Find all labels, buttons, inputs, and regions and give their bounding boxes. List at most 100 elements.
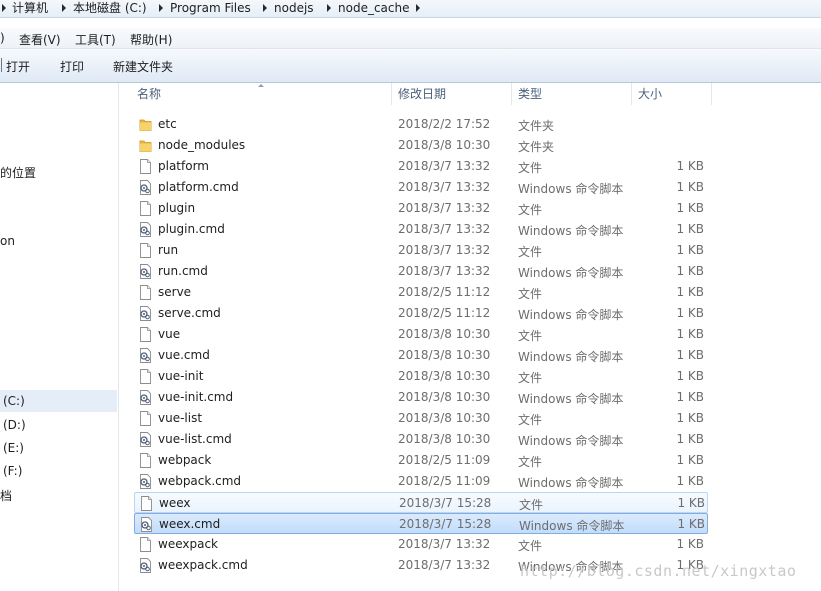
file-type: 文件 [518, 371, 543, 385]
file-row[interactable]: etc 2018/2/2 17:52 文件夹 [134, 114, 708, 135]
file-size: 1 KB [676, 537, 704, 551]
script-file-icon [139, 558, 152, 573]
file-type: 文件 [518, 539, 543, 553]
file-row[interactable]: platform.cmd 2018/3/7 13:32 Windows 命令脚本 1 … [134, 177, 708, 198]
nav-item-recent-places[interactable]: 的位置 [0, 164, 36, 181]
file-type: 文件 [519, 498, 544, 512]
file-name: platform [158, 159, 209, 173]
file-name: vue-init [158, 369, 204, 383]
breadcrumb-item-node-cache[interactable]: node_cache [338, 1, 409, 16]
nav-item-documents[interactable]: 档 [0, 487, 12, 504]
file-date: 2018/2/5 11:09 [398, 453, 491, 467]
script-file-icon [139, 264, 152, 279]
file-icon [140, 496, 153, 511]
file-row[interactable]: webpack.cmd 2018/2/5 11:09 Windows 命令脚本 1 K… [134, 471, 708, 492]
file-row[interactable]: weex.cmd 2018/3/7 15:28 Windows 命令脚本 1 KB [134, 513, 708, 534]
file-size: 1 KB [676, 201, 704, 215]
navigation-pane: 的位置 on (C:) (D:) (E:) (F:) 档 [0, 83, 119, 591]
file-icon [139, 411, 152, 426]
file-type: Windows 命令脚本 [519, 519, 625, 533]
file-row[interactable]: plugin.cmd 2018/3/7 13:32 Windows 命令脚本 1 KB [134, 219, 708, 240]
file-row[interactable]: serve 2018/2/5 11:12 文件 1 KB [134, 282, 708, 303]
menu-item-help[interactable]: 帮助(H) [130, 31, 172, 48]
menu-item-partial[interactable]: ) [0, 31, 5, 45]
script-file-icon [140, 517, 153, 532]
breadcrumb-item-nodejs[interactable]: nodejs [274, 1, 314, 16]
file-icon [139, 453, 152, 468]
nav-item-partial[interactable]: on [0, 234, 15, 248]
file-name: vue.cmd [158, 348, 210, 362]
folder-icon [139, 117, 152, 132]
file-size: 1 KB [676, 432, 704, 446]
file-icon [139, 285, 152, 300]
chevron-right-icon[interactable] [62, 4, 66, 12]
print-button[interactable]: 打印 [60, 58, 84, 75]
column-divider[interactable] [631, 83, 632, 105]
file-date: 2018/3/7 15:28 [399, 517, 492, 531]
file-type: 文件 [518, 245, 543, 259]
file-row[interactable]: platform 2018/3/7 13:32 文件 1 KB [134, 156, 708, 177]
file-row[interactable]: vue 2018/3/8 10:30 文件 1 KB [134, 324, 708, 345]
file-type: Windows 命令脚本 [518, 308, 624, 322]
file-size: 1 KB [676, 369, 704, 383]
file-row[interactable]: webpack 2018/2/5 11:09 文件 1 KB [134, 450, 708, 471]
file-size: 1 KB [676, 411, 704, 425]
menu-item-tools[interactable]: 工具(T) [75, 31, 116, 48]
watermark: http://blog.csdn.net/xingxtao [520, 562, 797, 580]
column-header-type[interactable]: 类型 [518, 83, 542, 105]
file-icon [139, 159, 152, 174]
file-name: vue [158, 327, 181, 341]
file-date: 2018/3/7 13:32 [398, 222, 491, 236]
script-file-icon [139, 474, 152, 489]
file-row[interactable]: vue-list.cmd 2018/3/8 10:30 Windows 命令脚本 1 … [134, 429, 708, 450]
sort-ascending-icon [258, 84, 264, 87]
file-row[interactable]: run.cmd 2018/3/7 13:32 Windows 命令脚本 1 KB [134, 261, 708, 282]
breadcrumb-item-program-files[interactable]: Program Files [170, 1, 251, 16]
file-name: serve.cmd [158, 306, 221, 320]
nav-item-drive-c[interactable]: (C:) [0, 390, 117, 412]
file-date: 2018/3/8 10:30 [398, 369, 491, 383]
file-name: weex [159, 496, 191, 510]
file-row[interactable]: run 2018/3/7 13:32 文件 1 KB [134, 240, 708, 261]
file-row[interactable]: weex 2018/3/7 15:28 文件 1 KB [134, 492, 708, 513]
file-icon [139, 537, 152, 552]
file-row[interactable]: weexpack 2018/3/7 13:32 文件 1 KB [134, 534, 708, 555]
chevron-right-icon[interactable] [2, 4, 6, 12]
column-header-date[interactable]: 修改日期 [398, 83, 446, 105]
menu-item-view[interactable]: 查看(V) [19, 31, 61, 48]
chevron-right-icon[interactable] [159, 4, 163, 12]
chevron-right-icon[interactable] [263, 4, 267, 12]
chevron-right-icon[interactable] [416, 4, 420, 12]
open-button[interactable]: 打开 [6, 58, 30, 75]
column-header-name[interactable]: 名称 [137, 83, 161, 105]
script-file-icon [139, 348, 152, 363]
file-row[interactable]: vue-init 2018/3/8 10:30 文件 1 KB [134, 366, 708, 387]
nav-item-drive-d[interactable]: (D:) [3, 418, 26, 432]
file-name: weexpack.cmd [158, 558, 248, 572]
breadcrumb-item-computer[interactable]: 计算机 [12, 1, 48, 16]
file-date: 2018/3/7 13:32 [398, 558, 491, 572]
chevron-right-icon[interactable] [327, 4, 331, 12]
file-size: 1 KB [676, 264, 704, 278]
nav-item-drive-e[interactable]: (E:) [3, 441, 24, 455]
file-row[interactable]: plugin 2018/3/7 13:32 文件 1 KB [134, 198, 708, 219]
file-size: 1 KB [676, 285, 704, 299]
file-size: 1 KB [676, 180, 704, 194]
file-row[interactable]: serve.cmd 2018/2/5 11:12 Windows 命令脚本 1 KB [134, 303, 708, 324]
script-file-icon [139, 180, 152, 195]
file-row[interactable]: vue.cmd 2018/3/8 10:30 Windows 命令脚本 1 KB [134, 345, 708, 366]
nav-item-drive-f[interactable]: (F:) [3, 464, 22, 478]
breadcrumb-item-local-disk[interactable]: 本地磁盘 (C:) [73, 1, 147, 16]
file-type: 文件 [518, 455, 543, 469]
toolbar-divider [1, 58, 2, 72]
column-divider[interactable] [391, 83, 392, 105]
column-divider[interactable] [511, 83, 512, 105]
column-header-size[interactable]: 大小 [638, 83, 662, 105]
new-folder-button[interactable]: 新建文件夹 [113, 58, 173, 75]
file-type: 文件 [518, 329, 543, 343]
file-type: Windows 命令脚本 [518, 434, 624, 448]
file-row[interactable]: node_modules 2018/3/8 10:30 文件夹 [134, 135, 708, 156]
file-row[interactable]: vue-init.cmd 2018/3/8 10:30 Windows 命令脚本 1 … [134, 387, 708, 408]
column-divider[interactable] [711, 83, 712, 105]
file-row[interactable]: vue-list 2018/3/8 10:30 文件 1 KB [134, 408, 708, 429]
